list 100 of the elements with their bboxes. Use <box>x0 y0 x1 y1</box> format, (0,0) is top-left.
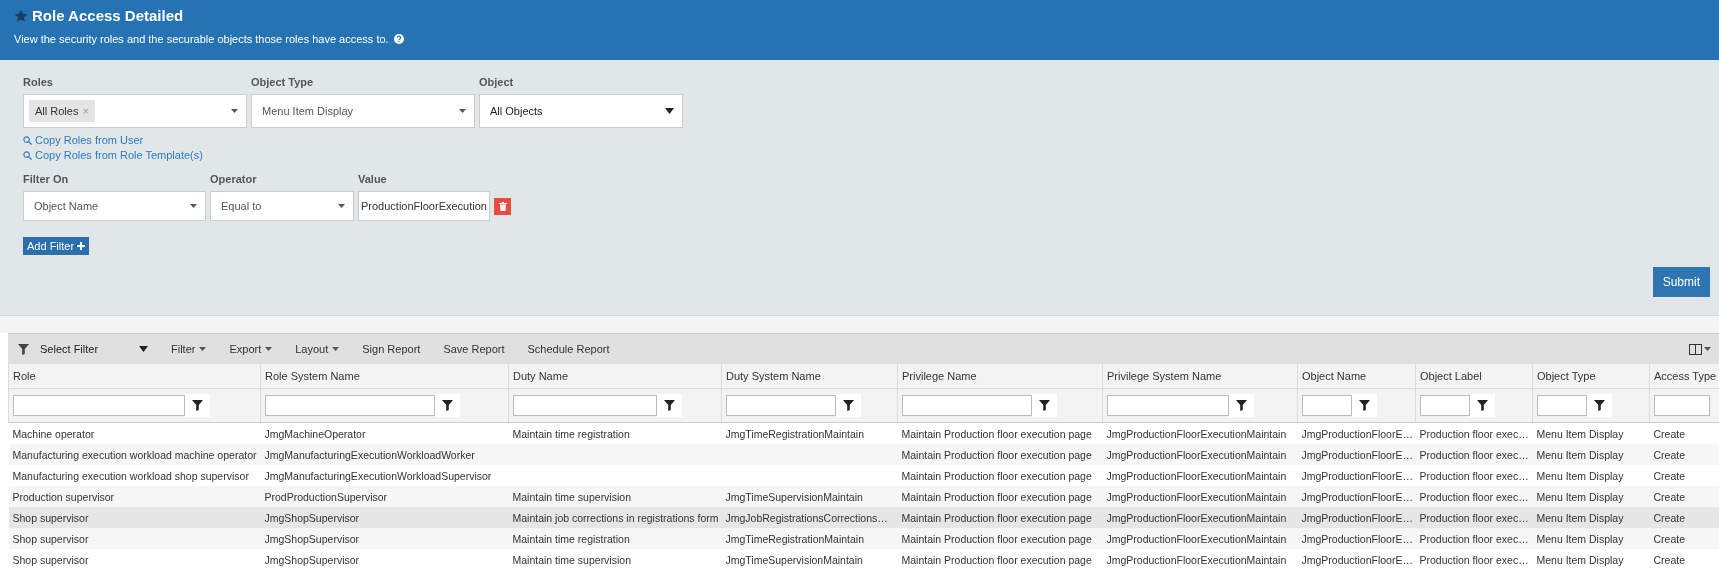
roles-field[interactable]: All Roles × <box>23 94 247 128</box>
trash-icon <box>498 201 507 211</box>
table-cell: Maintain Production floor execution page <box>897 465 1103 486</box>
caret-icon <box>459 109 466 113</box>
column-filter-field[interactable] <box>265 395 435 416</box>
column-filter-button[interactable] <box>1229 394 1254 417</box>
caret-icon <box>338 204 345 208</box>
column-filter-button[interactable] <box>1470 394 1495 417</box>
table-cell: Shop supervisor <box>8 528 261 549</box>
copy-roles-link[interactable]: Copy Roles from User <box>23 134 144 146</box>
table-cell: Maintain Production floor execution page <box>897 507 1103 528</box>
table-cell: ProdProductionSupervisor <box>260 486 509 507</box>
table-cell: JmgTimeRegistrationMaintain <box>721 422 898 444</box>
column-filter-button[interactable] <box>657 394 682 417</box>
column-header[interactable]: Object Label <box>1415 364 1533 389</box>
column-filter-field[interactable] <box>902 395 1032 416</box>
table-cell: Menu Item Display <box>1532 465 1650 486</box>
table-cell: Create <box>1649 486 1719 507</box>
filter-icon <box>664 400 675 411</box>
column-filter-button[interactable] <box>1352 394 1377 417</box>
column-header[interactable]: Privilege System Name <box>1102 364 1298 389</box>
caret-icon <box>665 108 674 114</box>
field-label: Roles <box>23 76 54 88</box>
object-type-dropdown[interactable]: Menu Item Display <box>251 94 475 128</box>
table-cell: Maintain time supervision <box>508 486 722 507</box>
table-cell: Production floor exec… <box>1415 528 1533 549</box>
table-cell: JmgProductionFloorE… <box>1297 486 1416 507</box>
menu-button[interactable]: Export <box>229 343 273 355</box>
field-label: Object Type <box>251 76 315 88</box>
table-cell: JmgProductionFloorExecutionMaintain <box>1102 465 1298 486</box>
column-filter-button[interactable] <box>836 394 861 417</box>
column-filter-field[interactable] <box>1420 395 1470 416</box>
table-cell: JmgProductionFloorE… <box>1297 507 1416 528</box>
search-icon <box>23 135 32 145</box>
filter-icon <box>18 343 29 355</box>
star-icon <box>14 8 28 23</box>
object-dropdown[interactable]: All Objects <box>479 94 683 128</box>
table-cell: Maintain Production floor execution page <box>897 444 1103 465</box>
copy-roles-link[interactable]: Copy Roles from Role Template(s) <box>23 149 203 161</box>
table-cell: Maintain time registration <box>508 422 722 444</box>
table-cell: Maintain Production floor execution page <box>897 422 1103 444</box>
column-filter-field[interactable] <box>13 395 185 416</box>
filter-icon <box>1359 400 1370 411</box>
toolbar-button[interactable]: Schedule Report <box>527 343 610 355</box>
column-filter-field[interactable] <box>1654 395 1710 416</box>
column-header[interactable]: Access Type <box>1649 364 1719 389</box>
column-header[interactable]: Privilege Name <box>897 364 1103 389</box>
submit-button[interactable]: Submit <box>1652 267 1710 297</box>
table-cell: Create <box>1649 444 1719 465</box>
column-filter-button[interactable] <box>1587 394 1612 417</box>
table-cell: JmgJobRegistrationsCorrections… <box>721 507 898 528</box>
field-label: Filter On <box>23 173 70 185</box>
table-cell: Create <box>1649 528 1719 549</box>
column-filter-button[interactable] <box>185 394 210 417</box>
column-filter-field[interactable] <box>726 395 836 416</box>
table-cell: JmgProductionFloorExecutionMaintain <box>1102 422 1298 444</box>
column-header[interactable]: Object Name <box>1297 364 1416 389</box>
add-filter-button[interactable]: Add Filter <box>23 237 90 255</box>
caret-icon <box>139 346 148 352</box>
table-cell: JmgProductionFloorExecutionMaintain <box>1102 507 1298 528</box>
column-header[interactable]: Duty System Name <box>721 364 898 389</box>
field-label: Operator <box>210 173 258 185</box>
column-filter-button[interactable] <box>1032 394 1057 417</box>
filter-on-dropdown[interactable]: Object Name <box>23 191 206 221</box>
table-cell: Manufacturing execution workload shop supervisor <box>8 465 261 486</box>
toolbar-button[interactable]: Sign Report <box>362 343 421 355</box>
table-cell: JmgTimeRegistrationMaintain <box>721 528 898 549</box>
column-filter-button[interactable] <box>435 394 460 417</box>
menu-button[interactable]: Filter <box>171 343 207 355</box>
filter-icon <box>1236 400 1247 411</box>
column-header[interactable]: Duty Name <box>508 364 722 389</box>
column-header[interactable]: Role <box>8 364 261 389</box>
column-header[interactable]: Role System Name <box>260 364 509 389</box>
delete-button[interactable] <box>494 197 511 215</box>
table-cell: Production floor exec… <box>1415 465 1533 486</box>
toolbar-button[interactable]: Save Report <box>443 343 505 355</box>
help-icon <box>393 34 404 44</box>
value-field[interactable]: ProductionFloorExecution <box>358 191 490 221</box>
table-cell: JmgProductionFloorExecutionMaintain <box>1102 486 1298 507</box>
select-filter-dropdown[interactable]: Select Filter <box>18 343 148 355</box>
field-label: Object <box>479 76 515 88</box>
columns-button[interactable] <box>1689 343 1711 355</box>
column-filter-field[interactable] <box>513 395 657 416</box>
table-cell: Menu Item Display <box>1532 528 1650 549</box>
filter-icon <box>1594 400 1605 411</box>
table-cell: JmgProductionFloorExecutionMaintain <box>1102 528 1298 549</box>
table-cell: JmgManufacturingExecutionWorkloadSupervisor <box>260 465 509 486</box>
table-cell: Production supervisor <box>8 486 261 507</box>
plus-icon <box>77 242 86 250</box>
caret-icon <box>1704 347 1711 351</box>
caret-icon <box>265 347 273 351</box>
column-filter-field[interactable] <box>1537 395 1587 416</box>
column-filter-field[interactable] <box>1107 395 1229 416</box>
table-cell: Maintain time registration <box>508 528 722 549</box>
column-header[interactable]: Object Type <box>1532 364 1650 389</box>
table-cell: Machine operator <box>8 422 261 444</box>
menu-button[interactable]: Layout <box>295 343 340 355</box>
table-cell: Maintain Production floor execution page <box>897 528 1103 549</box>
column-filter-field[interactable] <box>1302 395 1352 416</box>
operator-dropdown[interactable]: Equal to <box>210 191 354 221</box>
